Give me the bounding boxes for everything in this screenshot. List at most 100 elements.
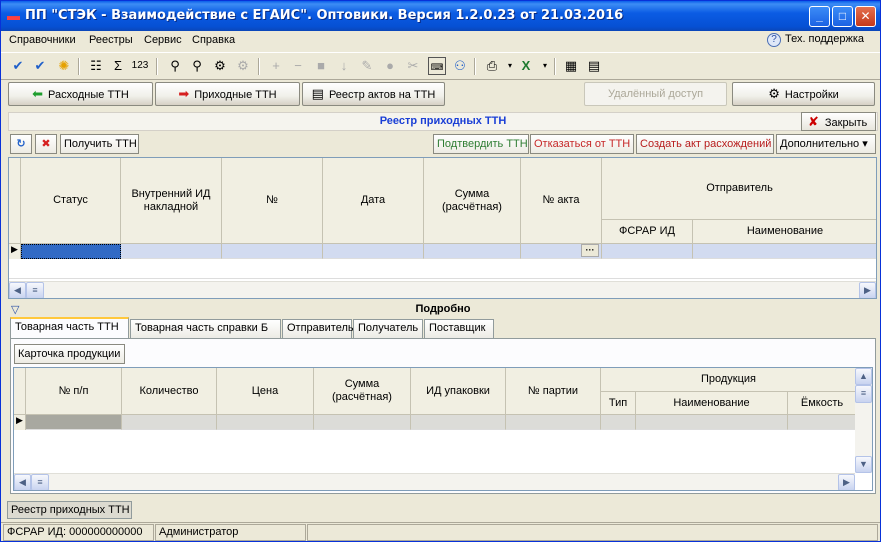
refresh-button[interactable]: ↻: [10, 134, 32, 154]
filter-clear-icon[interactable]: ⚙: [234, 57, 252, 75]
scroll-left-icon[interactable]: ◀: [14, 474, 31, 490]
col-sender-name[interactable]: Наименование: [693, 220, 876, 244]
excel-dropdown-icon[interactable]: ▾: [536, 57, 554, 75]
delete-button[interactable]: ✖: [35, 134, 57, 154]
scroll-right-icon[interactable]: ▶: [838, 474, 855, 490]
table-cell[interactable]: [122, 415, 217, 430]
table-cell[interactable]: [693, 244, 876, 259]
users-icon[interactable]: ⚇: [451, 57, 469, 75]
acts-registry-button[interactable]: ▤ Реестр актов на ТТН: [302, 82, 445, 106]
table-cell[interactable]: [121, 244, 222, 259]
table-cell[interactable]: [222, 244, 323, 259]
remove-icon[interactable]: −: [289, 57, 307, 75]
col-batch[interactable]: № партии: [506, 368, 601, 415]
table-cell[interactable]: [217, 415, 314, 430]
remote-access-button[interactable]: Удалённый доступ: [584, 82, 727, 106]
bottom-window-tab[interactable]: Реестр приходных ТТН: [7, 501, 132, 519]
table-cell[interactable]: [26, 415, 122, 430]
tab-receiver[interactable]: Получатель: [353, 319, 423, 338]
table-cell[interactable]: ···: [521, 244, 602, 259]
menu-service[interactable]: Сервис: [144, 34, 182, 46]
table-cell[interactable]: [602, 244, 693, 259]
settings-button[interactable]: ⚙ Настройки: [732, 82, 875, 106]
filter-icon[interactable]: ⚙: [211, 57, 229, 75]
col-fsrar-id[interactable]: ФСРАР ИД: [602, 220, 693, 244]
table-cell[interactable]: [506, 415, 601, 430]
pin-icon[interactable]: ✎: [358, 57, 376, 75]
tab-sender[interactable]: Отправитель: [282, 319, 354, 338]
expense-ttn-button[interactable]: ⬅ Расходные ТТН: [8, 82, 153, 106]
registry-hscrollbar[interactable]: ◀ ≡ ▶: [9, 281, 876, 298]
ellipsis-button[interactable]: ···: [581, 244, 599, 257]
stop-icon[interactable]: ■: [312, 57, 330, 75]
get-ttn-button[interactable]: Получить ТТН: [60, 134, 139, 154]
table-cell[interactable]: [411, 415, 506, 430]
search-icon[interactable]: ⚲: [166, 57, 184, 75]
menu-help[interactable]: Справка: [192, 34, 235, 46]
tech-support-link[interactable]: ? Тех. поддержка: [766, 33, 864, 47]
close-registry-button[interactable]: ✘ Закрыть: [801, 112, 876, 131]
table-cell[interactable]: [314, 415, 411, 430]
scroll-down-icon[interactable]: ▼: [855, 456, 872, 473]
col-date[interactable]: Дата: [323, 158, 424, 244]
title-bar[interactable]: ▬ ПП "СТЭК - Взаимодействие с ЕГАИС". Оп…: [1, 1, 880, 31]
scroll-thumb[interactable]: ≡: [26, 282, 44, 298]
minimize-button[interactable]: _: [809, 6, 830, 27]
income-ttn-button[interactable]: ➡ Приходные ТТН: [155, 82, 300, 106]
keyboard-icon[interactable]: ⌨: [428, 57, 446, 75]
menu-references[interactable]: Справочники: [9, 34, 76, 46]
goods-grid[interactable]: № п/п Количество Цена Сумма (расчётная) …: [13, 367, 873, 491]
double-check-icon[interactable]: ✔: [31, 57, 49, 75]
col-capacity[interactable]: Ёмкость: [788, 392, 857, 415]
col-pack-id[interactable]: ИД упаковки: [411, 368, 506, 415]
numbering-icon[interactable]: 123: [131, 57, 149, 75]
add-icon[interactable]: +: [267, 57, 285, 75]
menu-registries[interactable]: Реестры: [89, 34, 133, 46]
col-status[interactable]: Статус: [21, 158, 121, 244]
col-internal-id[interactable]: Внутренний ИД накладной: [121, 158, 222, 244]
product-card-button[interactable]: Карточка продукции: [14, 344, 125, 364]
tab-supplier[interactable]: Поставщик: [424, 319, 494, 338]
more-button[interactable]: Дополнительно ▾: [776, 134, 876, 154]
table-cell[interactable]: [788, 415, 857, 430]
maximize-button[interactable]: □: [832, 6, 853, 27]
sum-icon[interactable]: Σ: [109, 57, 127, 75]
lock-icon[interactable]: ●: [381, 57, 399, 75]
table-cell[interactable]: [424, 244, 521, 259]
goods-hscrollbar[interactable]: ◀ ≡ ▶: [14, 473, 855, 490]
table-cell[interactable]: [323, 244, 424, 259]
col-sum[interactable]: Сумма (расчётная): [424, 158, 521, 244]
excel-icon[interactable]: X: [517, 57, 535, 75]
tab-goods-certificate-b[interactable]: Товарная часть справки Б: [130, 319, 281, 338]
scroll-up-icon[interactable]: ▲: [855, 368, 872, 385]
down-arrow-icon[interactable]: ↓: [335, 57, 353, 75]
col-sum[interactable]: Сумма (расчётная): [314, 368, 411, 415]
calculator-icon[interactable]: ▦: [562, 57, 580, 75]
scroll-left-icon[interactable]: ◀: [9, 282, 26, 298]
col-act-number[interactable]: № акта: [521, 158, 602, 244]
col-qty[interactable]: Количество: [122, 368, 217, 415]
col-number[interactable]: №: [222, 158, 323, 244]
registry-grid[interactable]: Статус Внутренний ИД накладной № Дата Су…: [8, 157, 877, 299]
check-icon[interactable]: ✔: [9, 57, 27, 75]
table-cell[interactable]: [601, 415, 636, 430]
col-product-name[interactable]: Наименование: [636, 392, 788, 415]
table-cell[interactable]: [21, 244, 121, 259]
col-type[interactable]: Тип: [601, 392, 636, 415]
scroll-thumb[interactable]: ≡: [855, 385, 872, 403]
scroll-right-icon[interactable]: ▶: [859, 282, 876, 298]
col-pos[interactable]: № п/п: [26, 368, 122, 415]
document-icon[interactable]: ▤: [585, 57, 603, 75]
tab-goods-ttn[interactable]: Товарная часть ТТН: [10, 317, 129, 338]
col-price[interactable]: Цена: [217, 368, 314, 415]
list-icon[interactable]: ☷: [87, 57, 105, 75]
goods-vscrollbar[interactable]: ▲ ≡ ▼: [855, 368, 872, 473]
sparkle-icon[interactable]: ✺: [55, 57, 73, 75]
tools-icon[interactable]: ✂: [404, 57, 422, 75]
confirm-ttn-button[interactable]: Подтвердить ТТН: [433, 134, 529, 154]
close-window-button[interactable]: ✕: [855, 6, 876, 27]
create-discrepancy-act-button[interactable]: Создать акт расхождений: [636, 134, 774, 154]
search-next-icon[interactable]: ⚲: [188, 57, 206, 75]
reject-ttn-button[interactable]: Отказаться от ТТН: [530, 134, 634, 154]
print-icon[interactable]: ⎙: [483, 57, 501, 75]
